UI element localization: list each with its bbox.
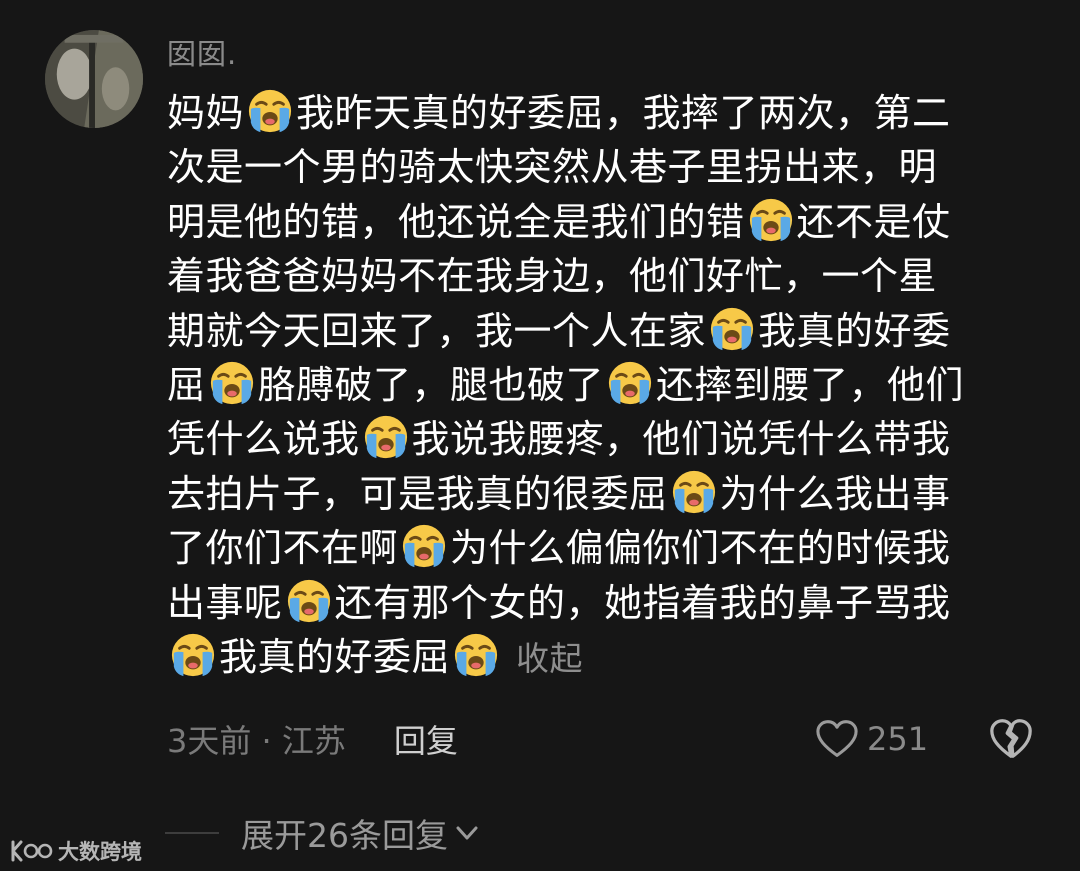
comment-text-segment: 妈妈 xyxy=(167,91,245,135)
username[interactable]: 囡囡. xyxy=(167,34,237,74)
comment-line: 次是一个男的骑太快突然从巷子里拐出来，明 xyxy=(167,140,1037,194)
loudly-crying-face-icon xyxy=(709,306,755,352)
comment-text-segment: 出事呢 xyxy=(167,580,283,625)
watermark-text: 大数跨境 xyxy=(58,840,142,864)
comment-line: 明是他的错，他还说全是我们的错 还不是仗 xyxy=(167,195,1037,249)
reply-button[interactable]: 回复 xyxy=(394,716,458,762)
dislike-button[interactable] xyxy=(988,716,1034,762)
comment-text-segment: 期就今天回来了，我一个人在家 xyxy=(167,308,707,353)
collapse-button[interactable]: 收起 xyxy=(516,639,583,678)
like-button[interactable]: 251 xyxy=(815,714,928,764)
comment-line: 我真的好委屈 收起 xyxy=(167,630,1037,684)
comment-line: 着我爸爸妈妈不在我身边，他们好忙，一个星 xyxy=(167,249,1037,303)
comment-text-segment: 次是一个男的骑太快突然从巷子里拐出来，明 xyxy=(167,145,938,190)
comment-text-segment: 我昨天真的好委屈，我摔了两次，第二 xyxy=(296,91,951,135)
loudly-crying-face-icon xyxy=(170,632,216,678)
chevron-down-icon xyxy=(456,826,478,840)
comment-line: 出事呢 还有那个女的，她指着我的鼻子骂我 xyxy=(167,576,1037,630)
divider xyxy=(165,832,219,834)
comment-text-segment: 还摔到腰了，他们 xyxy=(656,362,965,407)
comment-line: 期就今天回来了，我一个人在家 我真的好委 xyxy=(167,304,1037,358)
comment-text-segment: 我真的好委屈 xyxy=(219,634,451,679)
loudly-crying-face-icon xyxy=(286,578,332,624)
broken-heart-icon xyxy=(990,719,1032,758)
comment-text: 妈妈 我昨天真的好委屈，我摔了两次，第二 次是一个男的骑太快突然从巷子里拐出来，明明… xyxy=(167,86,1037,684)
comment-text-segment: 了你们不在啊 xyxy=(167,526,399,571)
avatar-image xyxy=(45,30,143,128)
expand-replies-label: 展开26条回复 xyxy=(241,816,448,855)
loudly-crying-face-icon xyxy=(671,469,717,515)
loudly-crying-face-icon xyxy=(748,197,794,243)
comment-line: 凭什么说我 我说我腰疼，他们说凭什么带我 xyxy=(167,412,1037,466)
comment-text-segment: 我说我腰疼，他们说凭什么带我 xyxy=(411,417,951,462)
comment-text-segment: 着我爸爸妈妈不在我身边，他们好忙，一个星 xyxy=(167,254,938,299)
comment-text-segment: 胳膊破了，腿也破了 xyxy=(257,362,605,407)
watermark: 大数跨境 xyxy=(10,834,142,868)
comment-text-segment: 明是他的错，他还说全是我们的错 xyxy=(167,199,745,244)
comment-text-segment: 去拍片子，可是我真的很委屈 xyxy=(167,471,668,516)
comment-line: 了你们不在啊 为什么偏偏你们不在的时候我 xyxy=(167,521,1037,575)
loudly-crying-face-icon xyxy=(247,88,293,134)
loudly-crying-face-icon xyxy=(363,414,409,460)
avatar[interactable] xyxy=(45,30,143,128)
comment-meta: 3天前 · 江苏 回复 xyxy=(167,714,458,764)
comment-text-segment: 凭什么说我 xyxy=(167,417,360,462)
loudly-crying-face-icon xyxy=(607,360,653,406)
comment-line: 妈妈 我昨天真的好委屈，我摔了两次，第二 xyxy=(167,86,1037,140)
comment-text-segment: 屈 xyxy=(167,362,206,407)
time-location: 3天前 · 江苏 xyxy=(167,722,346,760)
comment-line: 去拍片子，可是我真的很委屈 为什么我出事 xyxy=(167,467,1037,521)
watermark-logo-icon xyxy=(11,840,53,862)
heart-icon xyxy=(816,720,858,757)
comment-line: 屈 胳膊破了，腿也破了 还摔到腰了，他们 xyxy=(167,358,1037,412)
comment-text-segment: 我真的好委 xyxy=(758,308,951,353)
comment-text-segment: 为什么偏偏你们不在的时候我 xyxy=(450,526,951,571)
loudly-crying-face-icon xyxy=(401,523,447,569)
comment-text-segment: 为什么我出事 xyxy=(719,471,951,516)
loudly-crying-face-icon xyxy=(209,360,255,406)
expand-replies-button[interactable]: 展开26条回复 xyxy=(165,808,482,858)
like-count: 251 xyxy=(867,720,929,758)
comment-text-segment: 还有那个女的，她指着我的鼻子骂我 xyxy=(334,580,951,625)
loudly-crying-face-icon xyxy=(453,632,499,678)
comment-text-segment: 还不是仗 xyxy=(796,199,951,244)
